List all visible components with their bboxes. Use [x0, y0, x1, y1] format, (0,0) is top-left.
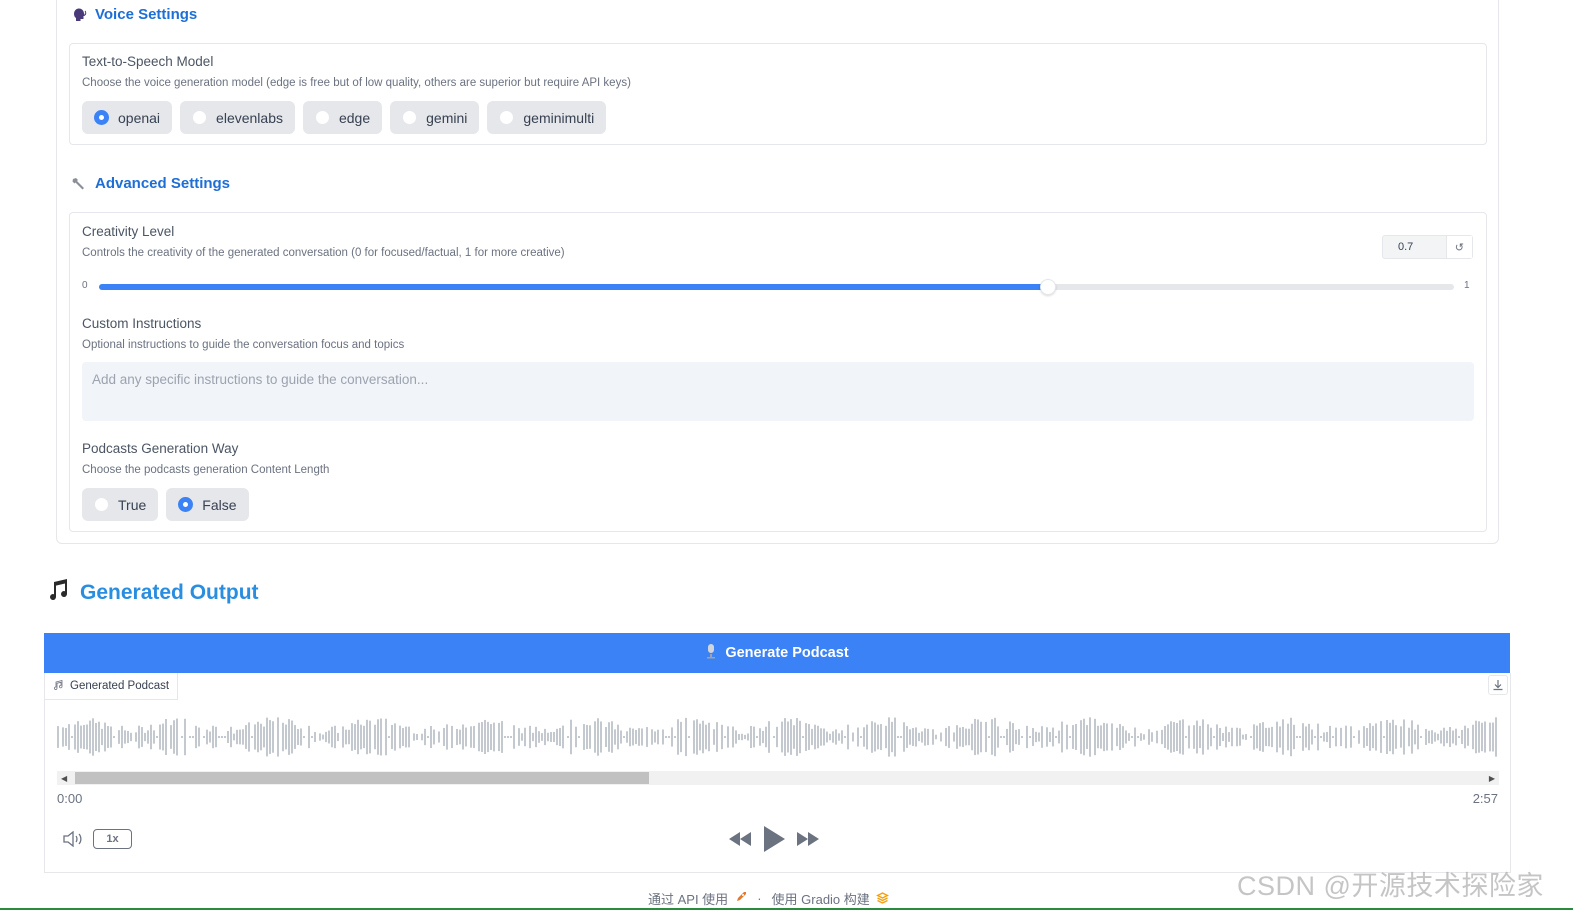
play-icon[interactable] — [762, 825, 786, 858]
fast-forward-icon[interactable] — [796, 831, 820, 852]
scroll-left-icon[interactable]: ◀ — [61, 774, 67, 783]
generation-way-radio-group: True False — [82, 488, 249, 521]
scrollbar-thumb[interactable] — [75, 772, 649, 784]
tts-model-box: Text-to-Speech Model Choose the voice ge… — [69, 43, 1487, 145]
tts-model-info: Choose the voice generation model (edge … — [82, 77, 631, 89]
creativity-label: Creativity Level — [82, 224, 175, 239]
generation-way-label: Podcasts Generation Way — [82, 441, 239, 456]
generation-way-info: Choose the podcasts generation Content L… — [82, 464, 330, 476]
generated-output-heading: Generated Output — [46, 578, 259, 608]
advanced-settings-title: Advanced Settings — [95, 175, 231, 192]
radio-label: edge — [338, 109, 371, 126]
download-icon[interactable] — [1488, 675, 1508, 695]
radio-true[interactable]: True — [82, 488, 159, 521]
waveform-scrollbar[interactable]: ◀ ▶ — [57, 771, 1499, 785]
time-current: 0:00 — [57, 791, 83, 806]
custom-instructions-label: Custom Instructions — [82, 316, 202, 331]
built-with-gradio-link[interactable]: 使用 Gradio 构建 — [772, 889, 870, 908]
transport-controls — [728, 825, 820, 858]
speaking-head-icon — [70, 6, 87, 23]
audio-label-tag: Generated Podcast — [45, 673, 179, 700]
csdn-watermark: CSDN @开源技术探险家 — [1237, 871, 1544, 901]
playback-rate-button[interactable]: 1x — [93, 829, 132, 849]
slider-fill — [99, 284, 1048, 290]
time-total: 2:57 — [1472, 791, 1498, 806]
page-footer: 通过 API 使用 · 使用 Gradio 构建 — [648, 889, 889, 908]
radio-dot-icon — [94, 497, 109, 512]
audio-player: Generated Podcast ◀ ▶ 0:00 2:57 1x — [44, 673, 1511, 873]
radio-label: geminimulti — [523, 109, 595, 126]
radio-false[interactable]: False — [166, 488, 249, 521]
radio-edge[interactable]: edge — [302, 101, 383, 134]
audio-waveform[interactable] — [57, 713, 1499, 761]
rewind-icon[interactable] — [728, 831, 752, 852]
slider-max-label: 1 — [1464, 280, 1470, 291]
custom-instructions-textarea[interactable]: Add any specific instructions to guide t… — [82, 362, 1474, 421]
music-note-icon — [46, 578, 70, 608]
radio-dot-icon — [499, 110, 515, 125]
scroll-right-icon[interactable]: ▶ — [1489, 774, 1495, 783]
slider-min-label: 0 — [82, 280, 88, 291]
creativity-value[interactable]: 0.7 — [1383, 236, 1446, 258]
wrench-icon — [70, 175, 87, 192]
creativity-number-input[interactable]: 0.7 ↺ — [1382, 235, 1473, 259]
creativity-info: Controls the creativity of the generated… — [82, 247, 565, 259]
microphone-icon — [705, 643, 717, 663]
radio-geminimulti[interactable]: geminimulti — [487, 101, 607, 134]
music-note-small-icon — [53, 679, 63, 693]
tts-model-radio-group: openai elevenlabs edge gemini geminimult… — [82, 101, 607, 134]
generate-podcast-button[interactable]: Generate Podcast — [44, 633, 1510, 673]
radio-dot-icon — [94, 110, 109, 125]
radio-dot-icon — [178, 497, 194, 512]
slider-thumb[interactable] — [1039, 279, 1056, 295]
creativity-slider[interactable] — [99, 279, 1454, 295]
radio-label: False — [202, 496, 237, 513]
audio-label-text: Generated Podcast — [70, 680, 170, 692]
gradio-logo-icon — [875, 891, 889, 907]
bottom-border — [0, 908, 1573, 910]
tts-model-label: Text-to-Speech Model — [82, 54, 214, 69]
radio-label: True — [118, 496, 147, 513]
volume-icon[interactable] — [63, 830, 85, 852]
radio-elevenlabs[interactable]: elevenlabs — [180, 101, 295, 134]
radio-dot-icon — [192, 110, 208, 125]
advanced-settings-heading: Advanced Settings — [70, 175, 230, 192]
radio-label: openai — [118, 109, 161, 126]
voice-settings-title: Voice Settings — [95, 6, 198, 23]
footer-separator: · — [757, 891, 762, 906]
app-page: Voice Settings Text-to-Speech Model Choo… — [0, 0, 1573, 913]
voice-settings-heading: Voice Settings — [70, 6, 197, 23]
custom-instructions-info: Optional instructions to guide the conve… — [82, 339, 405, 351]
radio-openai[interactable]: openai — [82, 101, 173, 134]
advanced-settings-box: Creativity Level Controls the creativity… — [69, 212, 1487, 532]
rocket-icon — [734, 891, 747, 907]
use-via-api-link[interactable]: 通过 API 使用 — [648, 889, 728, 908]
radio-dot-icon — [402, 110, 418, 125]
reset-icon[interactable]: ↺ — [1445, 236, 1472, 258]
radio-dot-icon — [314, 110, 330, 125]
radio-gemini[interactable]: gemini — [390, 101, 480, 134]
generate-podcast-label: Generate Podcast — [725, 645, 849, 661]
radio-label: elevenlabs — [216, 109, 283, 126]
radio-label: gemini — [426, 109, 468, 126]
generated-output-title: Generated Output — [80, 581, 259, 604]
